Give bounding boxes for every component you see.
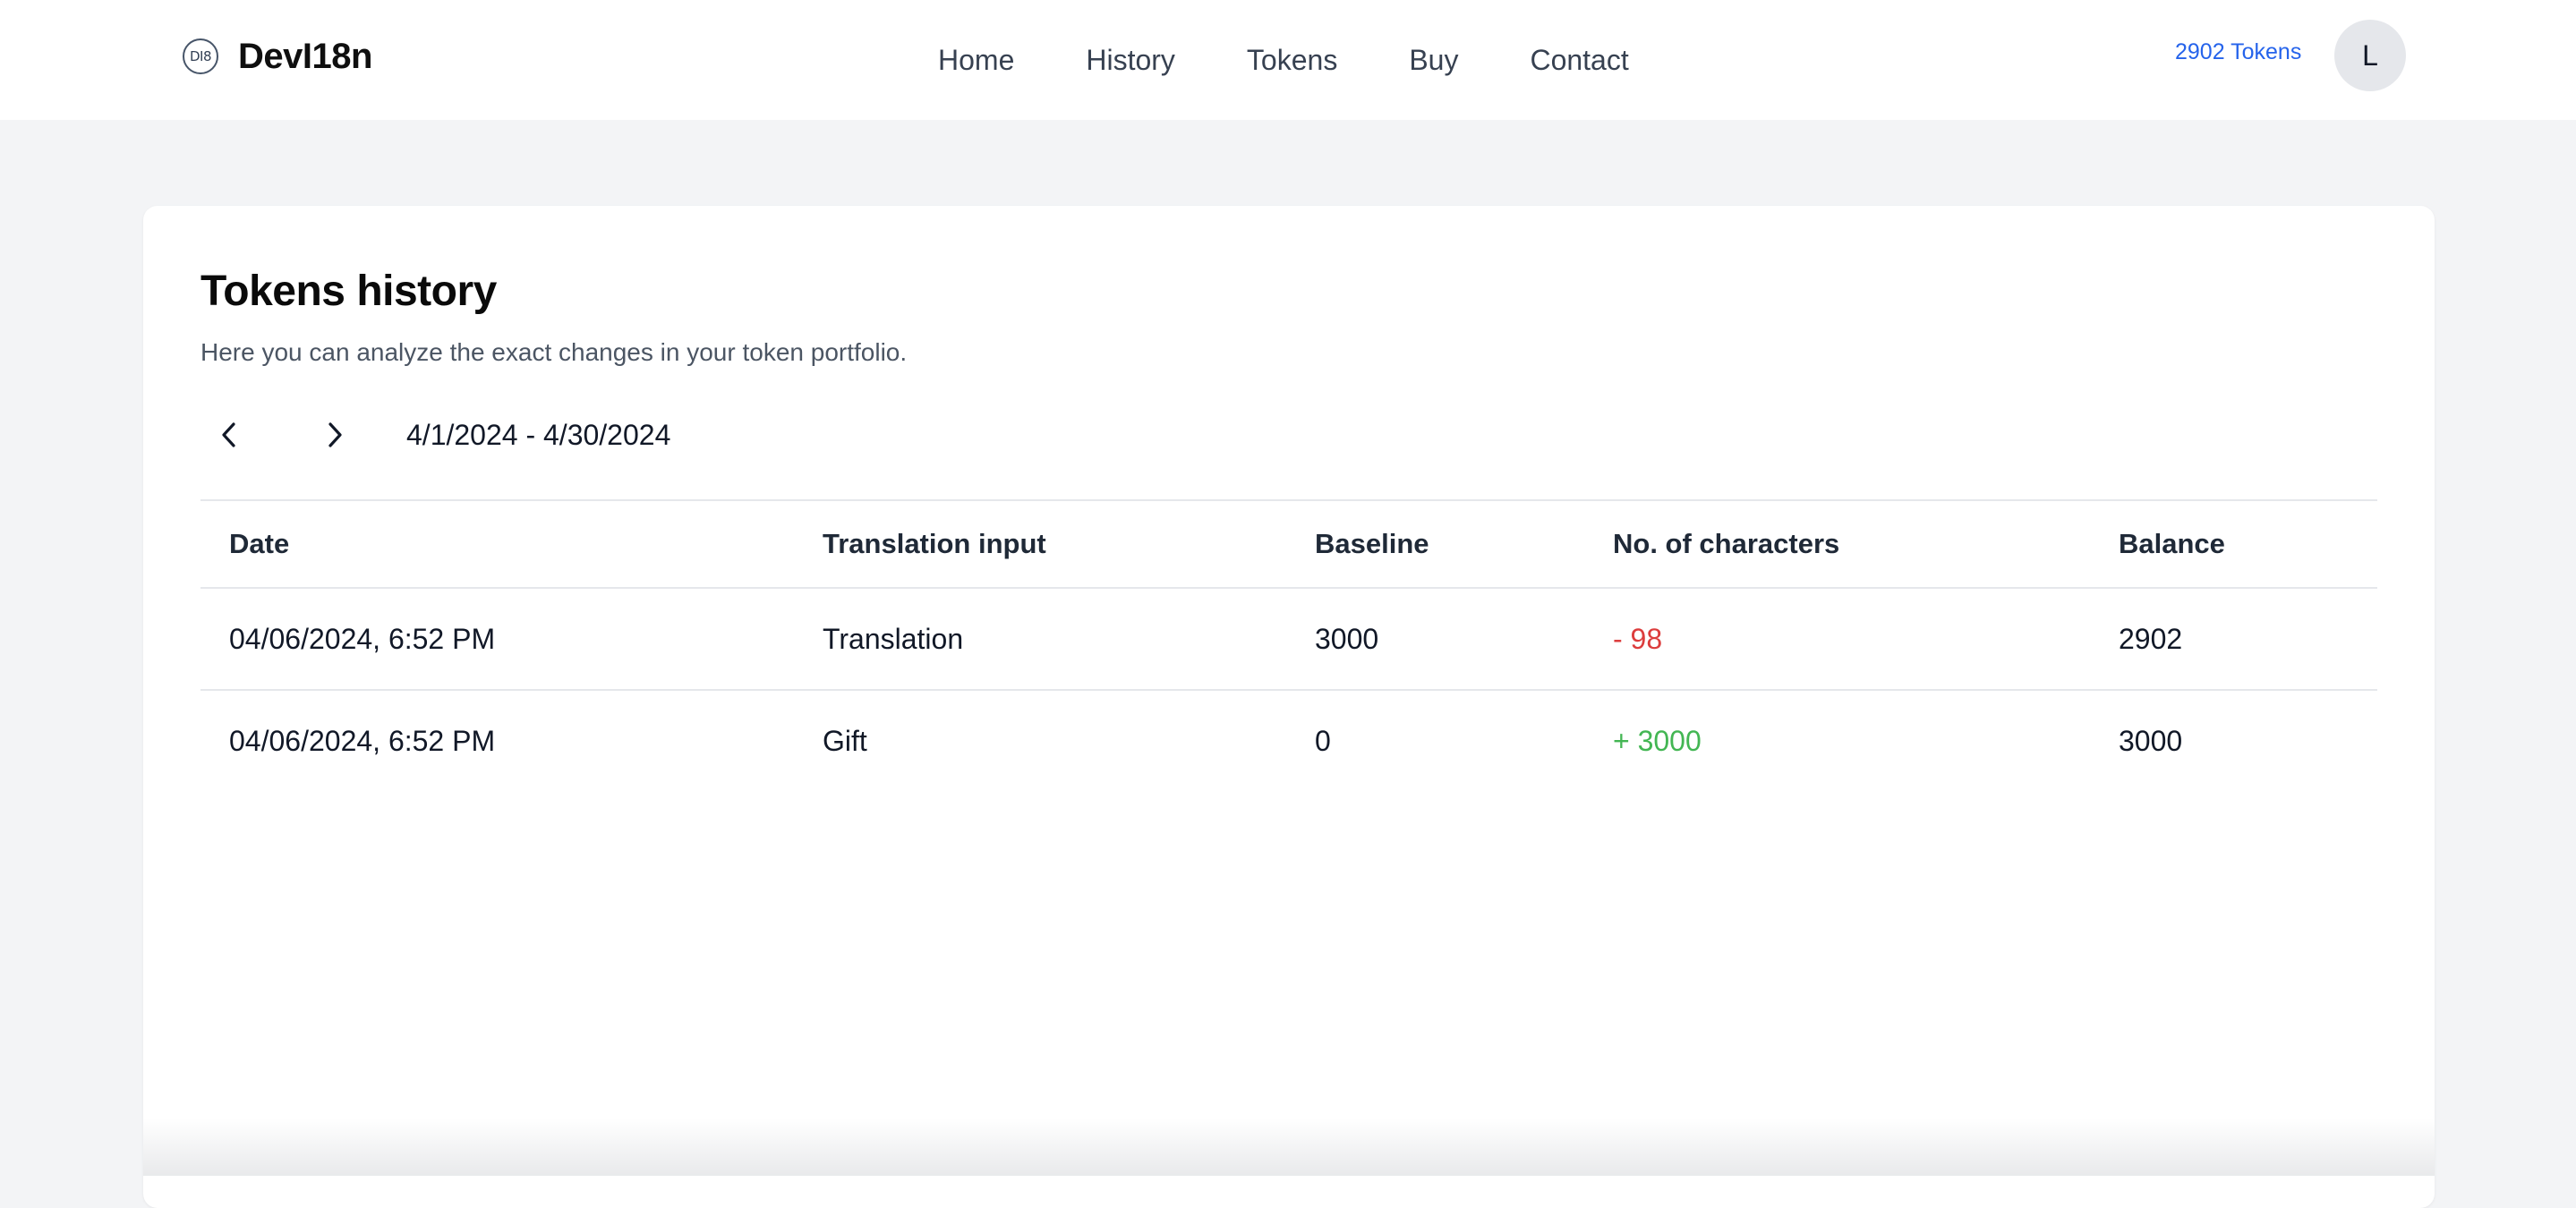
main-nav: Home History Tokens Buy Contact [938, 36, 1629, 84]
brand[interactable]: DI8 DevI18n [183, 34, 372, 79]
tokens-history-card: Tokens history Here you can analyze the … [143, 206, 2435, 1208]
cell-date: 04/06/2024, 6:52 PM [229, 724, 496, 757]
cell-date: 04/06/2024, 6:52 PM [229, 622, 496, 655]
date-range-selector: 4/1/2024 - 4/30/2024 [200, 406, 670, 464]
cell-balance: 2902 [2119, 622, 2183, 655]
token-balance-link[interactable]: 2902 Tokens [2175, 39, 2301, 65]
table-header-row: Date Translation input Baseline No. of c… [200, 499, 2377, 587]
nav-home[interactable]: Home [938, 44, 1014, 77]
cell-translation-input: Translation [823, 622, 964, 655]
tokens-history-table: Date Translation input Baseline No. of c… [200, 499, 2377, 791]
cell-translation-input: Gift [823, 724, 867, 757]
cell-balance: 3000 [2119, 724, 2183, 757]
logo-icon: DI8 [183, 38, 218, 74]
previous-month-button[interactable] [200, 406, 258, 464]
top-navbar: DI8 DevI18n Home History Tokens Buy Cont… [0, 0, 2576, 120]
nav-tokens[interactable]: Tokens [1247, 44, 1337, 77]
cell-characters-change: - 98 [1613, 622, 1663, 655]
column-header-balance: Balance [2119, 528, 2225, 559]
chevron-left-icon [222, 422, 235, 447]
date-range-label: 4/1/2024 - 4/30/2024 [406, 418, 671, 451]
nav-history[interactable]: History [1086, 44, 1175, 77]
table-row: 04/06/2024, 6:52 PM Translation 3000 - 9… [200, 587, 2377, 689]
avatar[interactable]: L [2334, 20, 2406, 91]
column-header-baseline: Baseline [1315, 528, 1429, 559]
cell-baseline: 0 [1315, 724, 1331, 757]
cell-characters-change: + 3000 [1613, 724, 1702, 757]
page-title: Tokens history [200, 268, 497, 315]
table-row: 04/06/2024, 6:52 PM Gift 0 + 3000 3000 [200, 689, 2377, 791]
page-subtitle: Here you can analyze the exact changes i… [200, 338, 908, 366]
column-header-characters: No. of characters [1613, 528, 1840, 559]
next-month-button[interactable] [306, 406, 363, 464]
nav-contact[interactable]: Contact [1530, 44, 1628, 77]
column-header-translation-input: Translation input [823, 528, 1046, 559]
cell-baseline: 3000 [1315, 622, 1379, 655]
brand-name: DevI18n [238, 36, 372, 76]
nav-buy[interactable]: Buy [1409, 44, 1458, 77]
column-header-date: Date [229, 528, 290, 559]
chevron-right-icon [328, 422, 342, 447]
